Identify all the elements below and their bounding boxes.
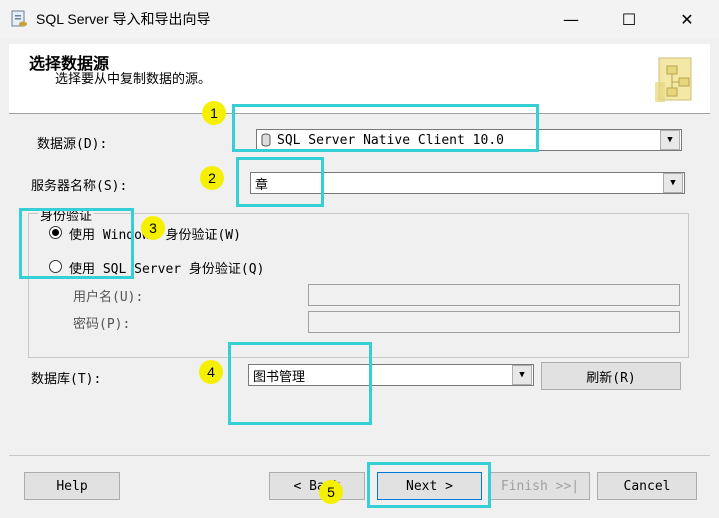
annotation-badge-5: 5 — [319, 480, 343, 504]
minimize-button[interactable]: — — [548, 0, 594, 38]
password-label: 密码(P): — [73, 317, 131, 332]
database-label: 数据库(T): — [31, 372, 102, 387]
annotation-badge-2: 2 — [200, 166, 224, 190]
chevron-down-icon[interactable]: ▼ — [512, 365, 532, 385]
server-label: 服务器名称(S): — [31, 179, 128, 194]
maximize-button[interactable]: ☐ — [606, 0, 652, 38]
password-field[interactable] — [308, 311, 680, 333]
highlight-box-5 — [367, 462, 491, 508]
highlight-box-2 — [236, 157, 324, 207]
wizard-graphic-icon — [653, 52, 701, 108]
annotation-badge-4: 4 — [199, 360, 223, 384]
chevron-down-icon[interactable]: ▼ — [663, 173, 683, 193]
annotation-badge-3: 3 — [141, 216, 165, 240]
chevron-down-icon[interactable]: ▼ — [660, 130, 680, 150]
highlight-box-4 — [228, 342, 372, 425]
username-label: 用户名(U): — [73, 290, 144, 305]
cancel-button[interactable]: Cancel — [597, 472, 697, 500]
datasource-label: 数据源(D): — [37, 137, 108, 152]
back-button[interactable]: < Back — [269, 472, 365, 500]
finish-button[interactable]: Finish >>| — [490, 472, 590, 500]
footer-divider — [9, 455, 710, 456]
help-button[interactable]: Help — [24, 472, 120, 500]
page-subtitle: 选择要从中复制数据的源。 — [55, 71, 212, 86]
window-title: SQL Server 导入和导出向导 — [36, 11, 211, 27]
title-bar: SQL Server 导入和导出向导 — ☐ ✕ — [0, 0, 719, 38]
refresh-button[interactable]: 刷新(R) — [541, 362, 681, 390]
annotation-badge-1: 1 — [202, 101, 226, 125]
close-button[interactable]: ✕ — [664, 0, 710, 38]
highlight-box-3 — [19, 208, 134, 279]
highlight-box-1 — [232, 104, 539, 152]
app-icon — [10, 10, 28, 28]
username-field[interactable] — [308, 284, 680, 306]
